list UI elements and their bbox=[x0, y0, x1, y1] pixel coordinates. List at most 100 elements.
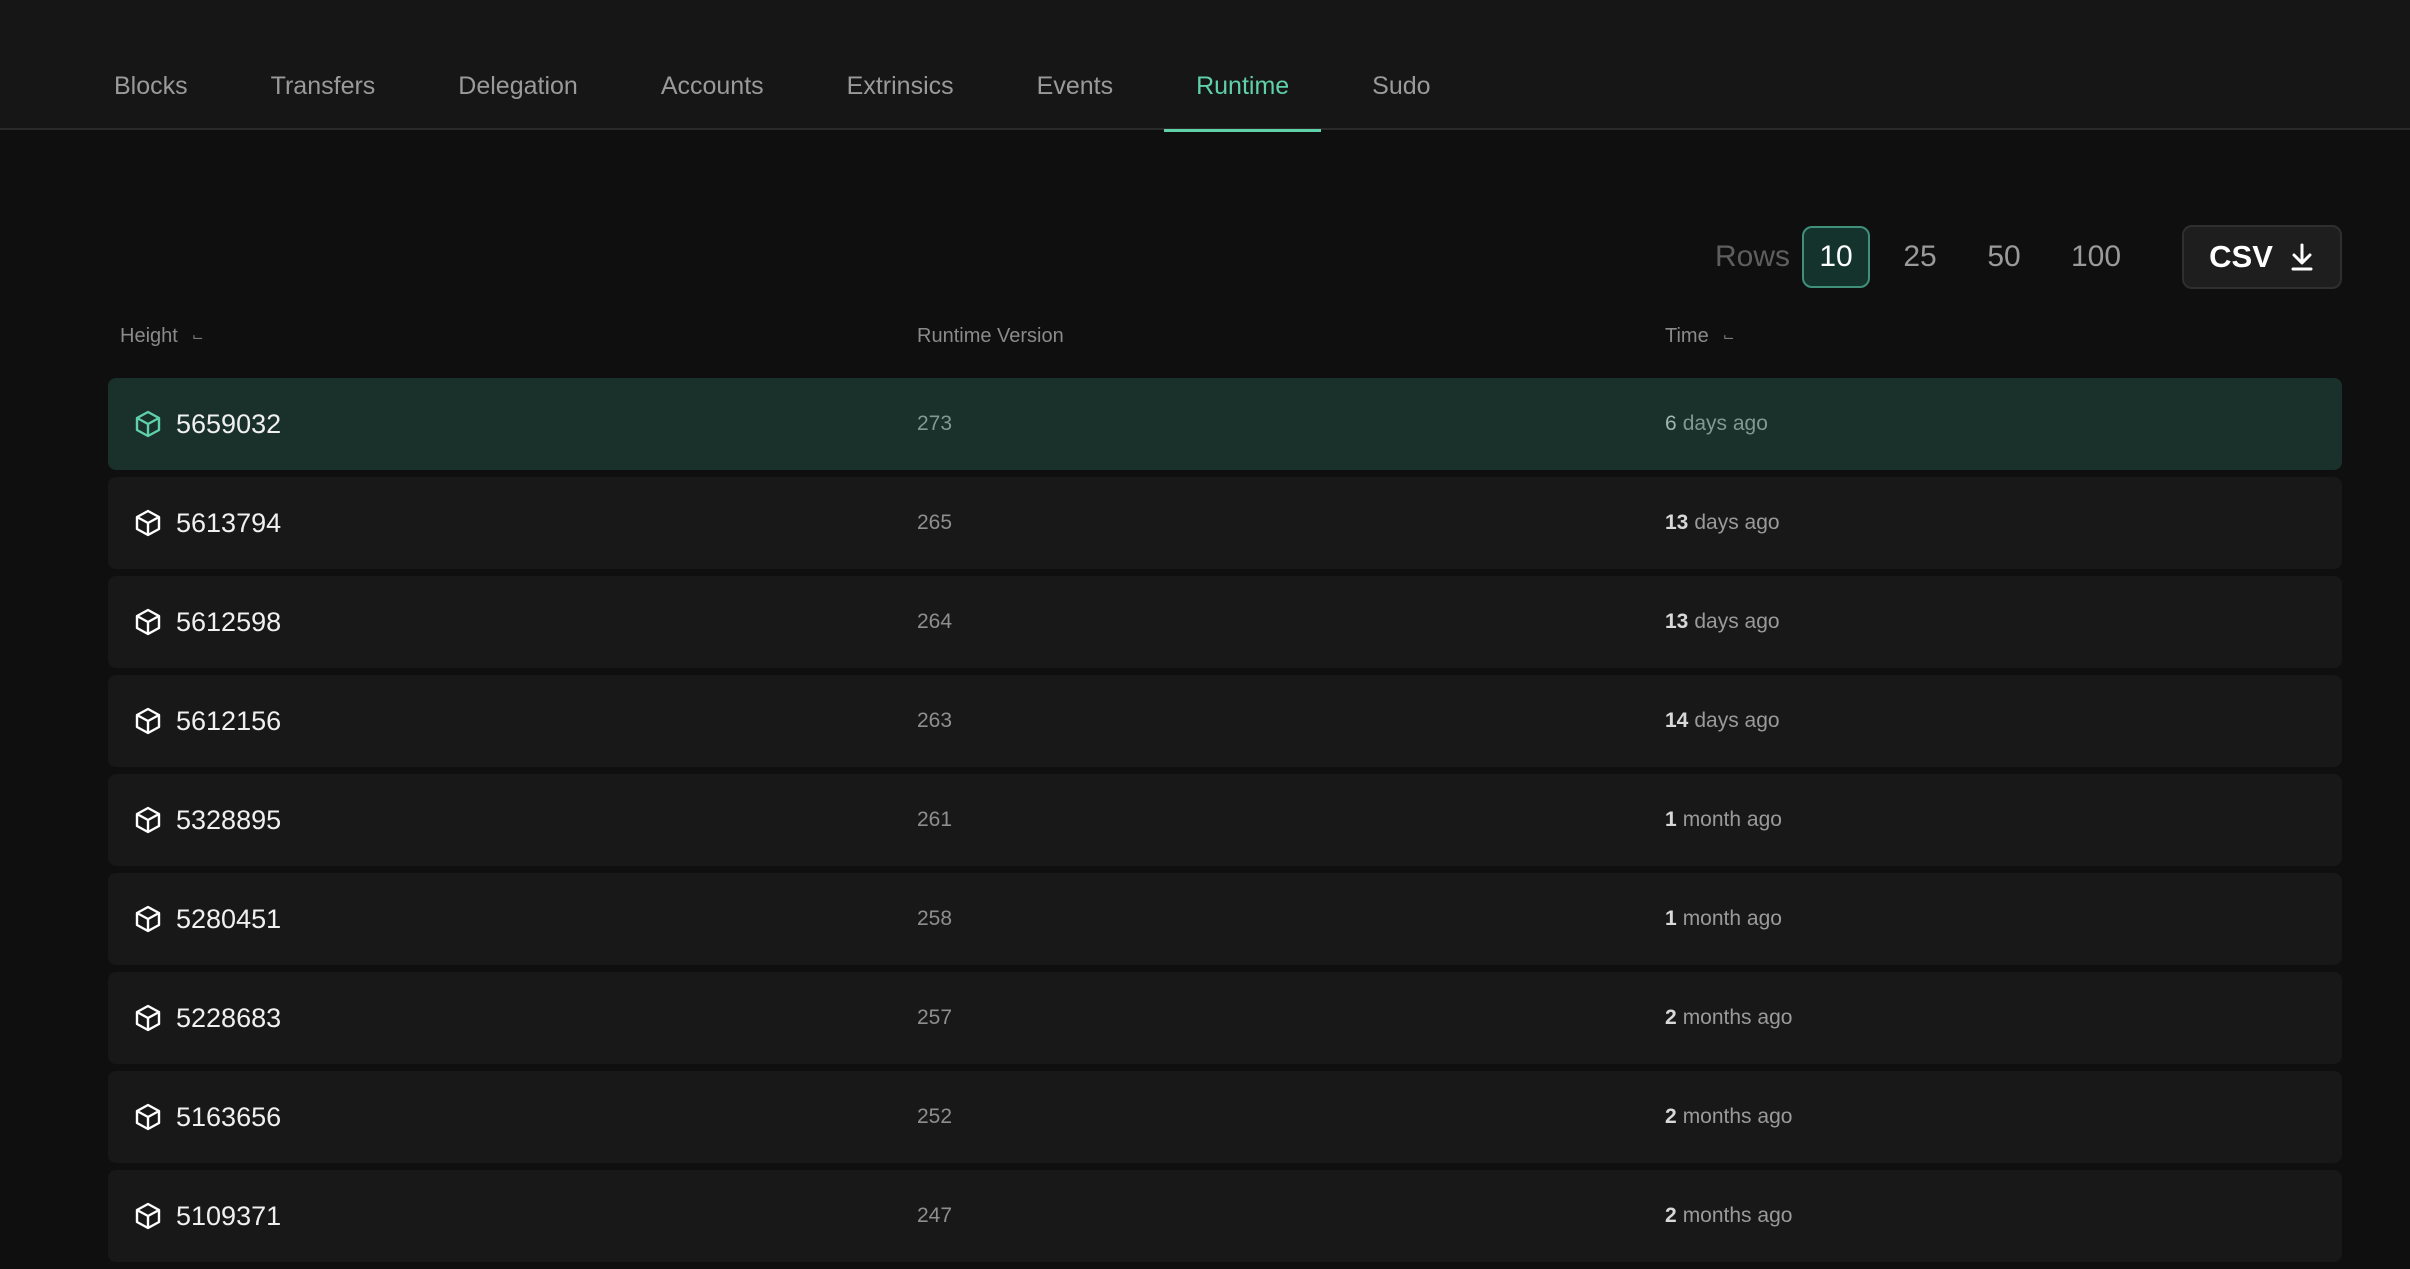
time-unit: days ago bbox=[1694, 511, 1780, 534]
cell-time: 13 days ago bbox=[1665, 477, 1780, 569]
time-unit: months ago bbox=[1682, 1204, 1793, 1227]
tab-blocks[interactable]: Blocks bbox=[114, 72, 188, 130]
time-unit: days ago bbox=[1694, 709, 1780, 732]
table-row[interactable]: 5109371 247 2 months ago bbox=[108, 1170, 2342, 1262]
cell-time: 6 days ago bbox=[1665, 378, 1768, 470]
table-row[interactable]: 5612156 263 14 days ago bbox=[108, 675, 2342, 767]
cell-runtime-version: 258 bbox=[917, 873, 952, 965]
runtime-version-value: 257 bbox=[917, 1006, 953, 1029]
time-unit: month ago bbox=[1682, 907, 1782, 930]
rows-option-50[interactable]: 50 bbox=[1970, 226, 2038, 288]
cell-height[interactable]: 5109371 bbox=[134, 1170, 281, 1262]
table-row[interactable]: 5613794 265 13 days ago bbox=[108, 477, 2342, 569]
block-icon bbox=[135, 608, 161, 636]
cell-time: 14 days ago bbox=[1665, 675, 1780, 767]
block-height-value[interactable]: 5612156 bbox=[176, 706, 281, 737]
block-height-value[interactable]: 5163656 bbox=[176, 1102, 281, 1133]
time-amount: 13 bbox=[1665, 610, 1689, 633]
cell-height[interactable]: 5612156 bbox=[134, 675, 281, 767]
time-amount: 14 bbox=[1665, 709, 1689, 732]
cell-height[interactable]: 5228683 bbox=[134, 972, 281, 1064]
block-icon bbox=[135, 1202, 161, 1230]
block-icon bbox=[135, 905, 161, 933]
column-header-time-label: Time bbox=[1665, 325, 1709, 347]
cell-time: 2 months ago bbox=[1665, 972, 1792, 1064]
runtime-version-value: 261 bbox=[917, 808, 953, 831]
table-row[interactable]: 5328895 261 1 month ago bbox=[108, 774, 2342, 866]
time-unit: months ago bbox=[1682, 1006, 1793, 1029]
cell-height[interactable]: 5163656 bbox=[134, 1071, 281, 1163]
table-row[interactable]: 5163656 252 2 months ago bbox=[108, 1071, 2342, 1163]
time-amount: 2 bbox=[1665, 1006, 1677, 1029]
cell-runtime-version: 263 bbox=[917, 675, 952, 767]
cell-height[interactable]: 5613794 bbox=[134, 477, 281, 569]
table-controls: Rows 10 25 50 100 CSV bbox=[1715, 225, 2342, 289]
time-amount: 2 bbox=[1665, 1204, 1677, 1227]
cell-height[interactable]: 5280451 bbox=[134, 873, 281, 965]
block-height-value[interactable]: 5659032 bbox=[176, 409, 281, 440]
cell-runtime-version: 261 bbox=[917, 774, 952, 866]
cell-time: 2 months ago bbox=[1665, 1170, 1792, 1262]
rows-label: Rows bbox=[1714, 240, 1790, 273]
column-header-height-label: Height bbox=[120, 325, 178, 347]
sort-icon[interactable]: ⌙ bbox=[1723, 328, 1735, 345]
cell-runtime-version: 264 bbox=[917, 576, 952, 668]
time-unit: month ago bbox=[1682, 808, 1782, 831]
block-icon bbox=[135, 509, 161, 537]
cell-height[interactable]: 5659032 bbox=[134, 378, 281, 470]
column-header-height[interactable]: Height ⌙ bbox=[120, 325, 204, 348]
rows-option-10[interactable]: 10 bbox=[1802, 226, 1870, 288]
runtime-table-body: 5659032 273 6 days ago 5613794 265 13 days ago 5… bbox=[108, 378, 2342, 1269]
cell-runtime-version: 247 bbox=[917, 1170, 952, 1262]
time-amount: 13 bbox=[1665, 511, 1689, 534]
cell-time: 2 months ago bbox=[1665, 1071, 1792, 1163]
tab-runtime[interactable]: Runtime bbox=[1164, 72, 1322, 132]
time-unit: months ago bbox=[1682, 1105, 1793, 1128]
tab-sudo[interactable]: Sudo bbox=[1372, 72, 1430, 130]
column-header-runtime-version-label: Runtime Version bbox=[917, 325, 1064, 347]
runtime-version-value: 258 bbox=[917, 907, 953, 930]
block-icon bbox=[135, 410, 161, 438]
tab-bar: Blocks Transfers Delegation Accounts Ext… bbox=[114, 72, 1514, 132]
cell-height[interactable]: 5612598 bbox=[134, 576, 281, 668]
cell-runtime-version: 257 bbox=[917, 972, 952, 1064]
cell-time: 1 month ago bbox=[1665, 873, 1782, 965]
tab-events[interactable]: Events bbox=[1037, 72, 1113, 130]
csv-label: CSV bbox=[2209, 239, 2273, 274]
time-unit: days ago bbox=[1694, 610, 1780, 633]
column-header-time[interactable]: Time ⌙ bbox=[1665, 325, 1734, 348]
csv-export-button[interactable]: CSV bbox=[2182, 225, 2342, 289]
block-height-value[interactable]: 5228683 bbox=[176, 1003, 281, 1034]
rows-option-25[interactable]: 25 bbox=[1886, 226, 1954, 288]
block-height-value[interactable]: 5328895 bbox=[176, 805, 281, 836]
runtime-version-value: 252 bbox=[917, 1105, 953, 1128]
block-icon bbox=[135, 806, 161, 834]
tab-delegation[interactable]: Delegation bbox=[458, 72, 578, 130]
cell-runtime-version: 265 bbox=[917, 477, 952, 569]
block-icon bbox=[135, 1103, 161, 1131]
block-icon bbox=[135, 1004, 161, 1032]
sort-icon[interactable]: ⌙ bbox=[192, 328, 204, 345]
table-header: Height ⌙ Runtime Version Time ⌙ bbox=[120, 325, 2342, 355]
tab-accounts[interactable]: Accounts bbox=[661, 72, 764, 130]
table-row[interactable]: 5659032 273 6 days ago bbox=[108, 378, 2342, 470]
cell-runtime-version: 273 bbox=[917, 378, 952, 470]
cell-time: 1 month ago bbox=[1665, 774, 1782, 866]
block-height-value[interactable]: 5109371 bbox=[176, 1201, 281, 1232]
cell-height[interactable]: 5328895 bbox=[134, 774, 281, 866]
tab-extrinsics[interactable]: Extrinsics bbox=[847, 72, 954, 130]
cell-runtime-version: 252 bbox=[917, 1071, 952, 1163]
block-height-value[interactable]: 5280451 bbox=[176, 904, 281, 935]
table-row[interactable]: 5612598 264 13 days ago bbox=[108, 576, 2342, 668]
block-height-value[interactable]: 5613794 bbox=[176, 508, 281, 539]
runtime-version-value: 247 bbox=[917, 1204, 953, 1227]
runtime-version-value: 263 bbox=[917, 709, 953, 732]
runtime-version-value: 264 bbox=[917, 610, 953, 633]
tab-transfers[interactable]: Transfers bbox=[271, 72, 376, 130]
rows-option-100[interactable]: 100 bbox=[2054, 226, 2138, 288]
time-amount: 2 bbox=[1665, 1105, 1677, 1128]
table-row[interactable]: 5228683 257 2 months ago bbox=[108, 972, 2342, 1064]
table-row[interactable]: 5280451 258 1 month ago bbox=[108, 873, 2342, 965]
column-header-runtime-version: Runtime Version bbox=[917, 325, 1064, 348]
block-height-value[interactable]: 5612598 bbox=[176, 607, 281, 638]
